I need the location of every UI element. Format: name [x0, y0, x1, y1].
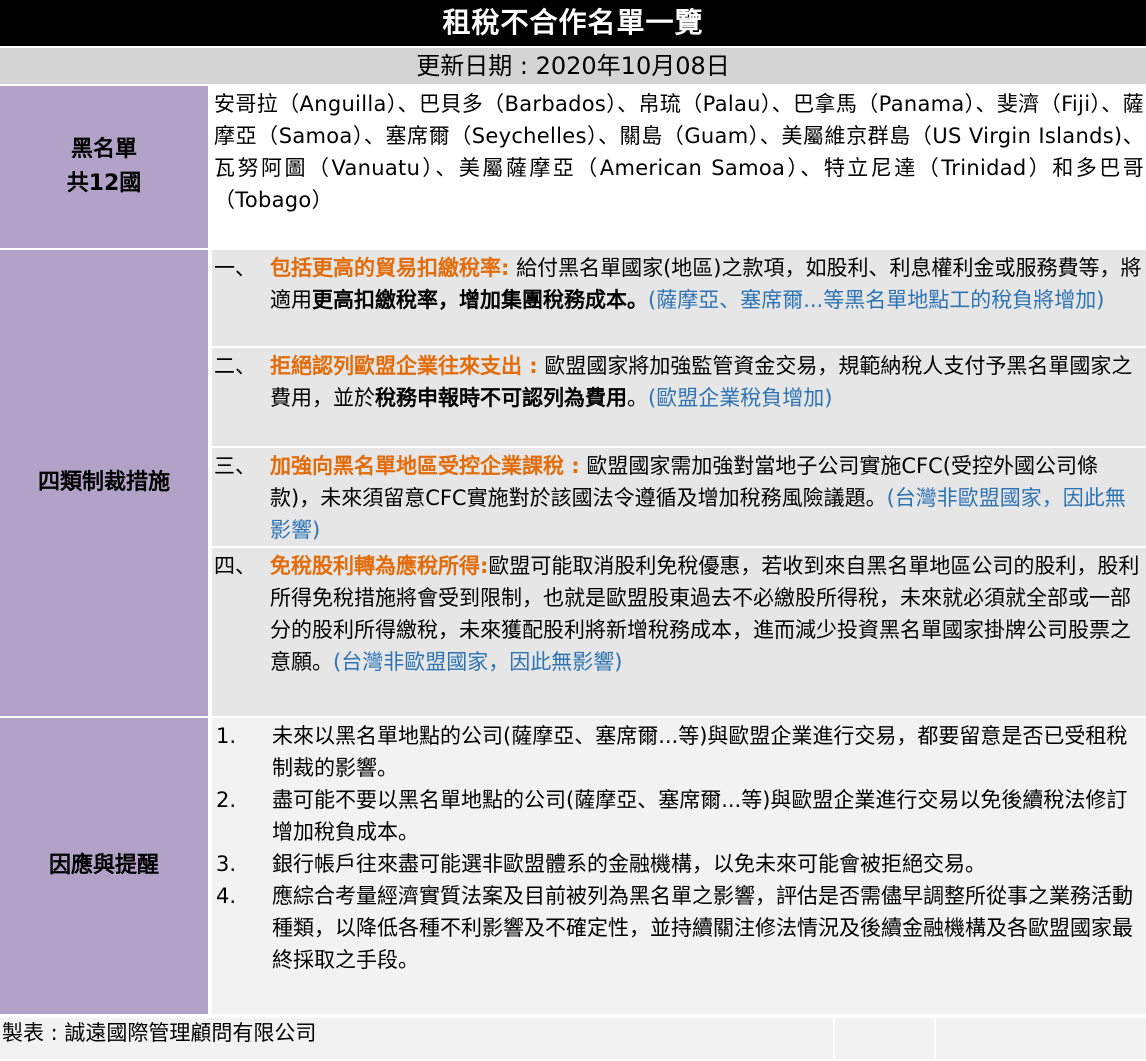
response-item-text: 盡可能不要以黑名單地點的公司(薩摩亞、塞席爾...等)與歐盟企業進行交易以免後續… [272, 788, 1128, 844]
footer-divider [833, 1018, 835, 1061]
sanction-item-heading: 免稅股利轉為應稅所得: [270, 554, 489, 578]
sanction-item-note: (薩摩亞、塞席爾...等黑名單地點工的稅負將增加) [648, 288, 1105, 312]
blacklist-row: 黑名單 共12國 安哥拉（Anguilla）、巴貝多（Barbados）、帛琉（… [0, 86, 1146, 248]
sanctions-row: 四類制裁措施 一、 包括更高的貿易扣繳稅率: 給付黑名單國家(地區)之款項，如股… [0, 250, 1146, 716]
sanction-item-3: 三、 加強向黑名單地區受控企業課稅 : 歐盟國家需加強對當地子公司實施CFC(受… [212, 450, 1146, 548]
response-item-1: 1. 未來以黑名單地點的公司(薩摩亞、塞席爾...等)與歐盟企業進行交易，都要留… [214, 720, 1144, 784]
blacklist-label-count: 共12國 [66, 171, 142, 196]
sanction-item-number: 二、 [214, 354, 256, 378]
sanction-item-note: (台灣非歐盟國家，因此無影響) [333, 650, 623, 674]
sanction-item-2: 二、 拒絕認列歐盟企業往來支出 : 歐盟國家將加強監管資金交易，規範納稅人支付予… [212, 350, 1146, 448]
sanction-item-number: 一、 [214, 256, 256, 280]
sanction-item-number: 四、 [214, 554, 256, 578]
blacklist-countries: 安哥拉（Anguilla）、巴貝多（Barbados）、帛琉（Palau）、巴拿… [212, 86, 1146, 248]
response-item-4: 4. 應綜合考量經濟實質法案及目前被列為黑名單之影響，評估是否需儘早調整所從事之… [214, 880, 1144, 976]
response-list: 1. 未來以黑名單地點的公司(薩摩亞、塞席爾...等)與歐盟企業進行交易，都要留… [212, 718, 1146, 1014]
sanction-item-emphasis: 稅務申報時不可認列為費用 [375, 386, 627, 410]
response-row: 因應與提醒 1. 未來以黑名單地點的公司(薩摩亞、塞席爾...等)與歐盟企業進行… [0, 718, 1146, 1014]
response-item-text: 應綜合考量經濟實質法案及目前被列為黑名單之影響，評估是否需儘早調整所從事之業務活… [272, 884, 1133, 972]
sanction-item-4: 四、 免稅股利轉為應稅所得:歐盟可能取消股利免稅優惠，若收到來自黑名單地區公司的… [212, 550, 1146, 716]
sanction-item-emphasis: 更高扣繳稅率，增加集團稅務成本。 [312, 288, 648, 312]
response-item-text: 未來以黑名單地點的公司(薩摩亞、塞席爾...等)與歐盟企業進行交易，都要留意是否… [272, 724, 1128, 780]
sanction-item-heading: 包括更高的貿易扣繳稅率: [270, 256, 510, 280]
sanctions-label: 四類制裁措施 [0, 250, 210, 716]
page-title: 租稅不合作名單一覽 [0, 0, 1146, 46]
response-item-3: 3. 銀行帳戶往來盡可能選非歐盟體系的金融機構，以免未來可能會被拒絕交易。 [214, 848, 1144, 880]
footer: 製表 : 誠遠國際管理顧問有限公司 [0, 1016, 1146, 1061]
response-item-number: 3. [216, 852, 237, 876]
footer-credit: 製表 : 誠遠國際管理顧問有限公司 [2, 1021, 317, 1045]
sanction-item-heading: 拒絕認列歐盟企業往來支出 : [270, 354, 538, 378]
response-item-number: 1. [216, 724, 237, 748]
sanction-item-note: (歐盟企業稅負增加) [648, 386, 833, 410]
response-item-2: 2. 盡可能不要以黑名單地點的公司(薩摩亞、塞席爾...等)與歐盟企業進行交易以… [214, 784, 1144, 848]
update-date: 更新日期 : 2020年10月08日 [0, 48, 1146, 84]
blacklist-label: 黑名單 共12國 [0, 86, 210, 248]
blacklist-countries-text: 安哥拉（Anguilla）、巴貝多（Barbados）、帛琉（Palau）、巴拿… [214, 92, 1144, 212]
response-label: 因應與提醒 [0, 718, 210, 1014]
blacklist-label-title: 黑名單 [70, 137, 137, 162]
sanction-item-body-end: 。 [627, 386, 648, 410]
response-item-text: 銀行帳戶往來盡可能選非歐盟體系的金融機構，以免未來可能會被拒絕交易。 [272, 852, 986, 876]
sanction-item-1: 一、 包括更高的貿易扣繳稅率: 給付黑名單國家(地區)之款項，如股利、利息權利金… [212, 252, 1146, 348]
response-item-number: 4. [216, 884, 237, 908]
sanctions-list: 一、 包括更高的貿易扣繳稅率: 給付黑名單國家(地區)之款項，如股利、利息權利金… [212, 250, 1146, 716]
sanction-item-heading: 加強向黑名單地區受控企業課稅 : [270, 454, 580, 478]
footer-divider [934, 1018, 936, 1061]
sanction-item-number: 三、 [214, 454, 256, 478]
response-item-number: 2. [216, 788, 237, 812]
